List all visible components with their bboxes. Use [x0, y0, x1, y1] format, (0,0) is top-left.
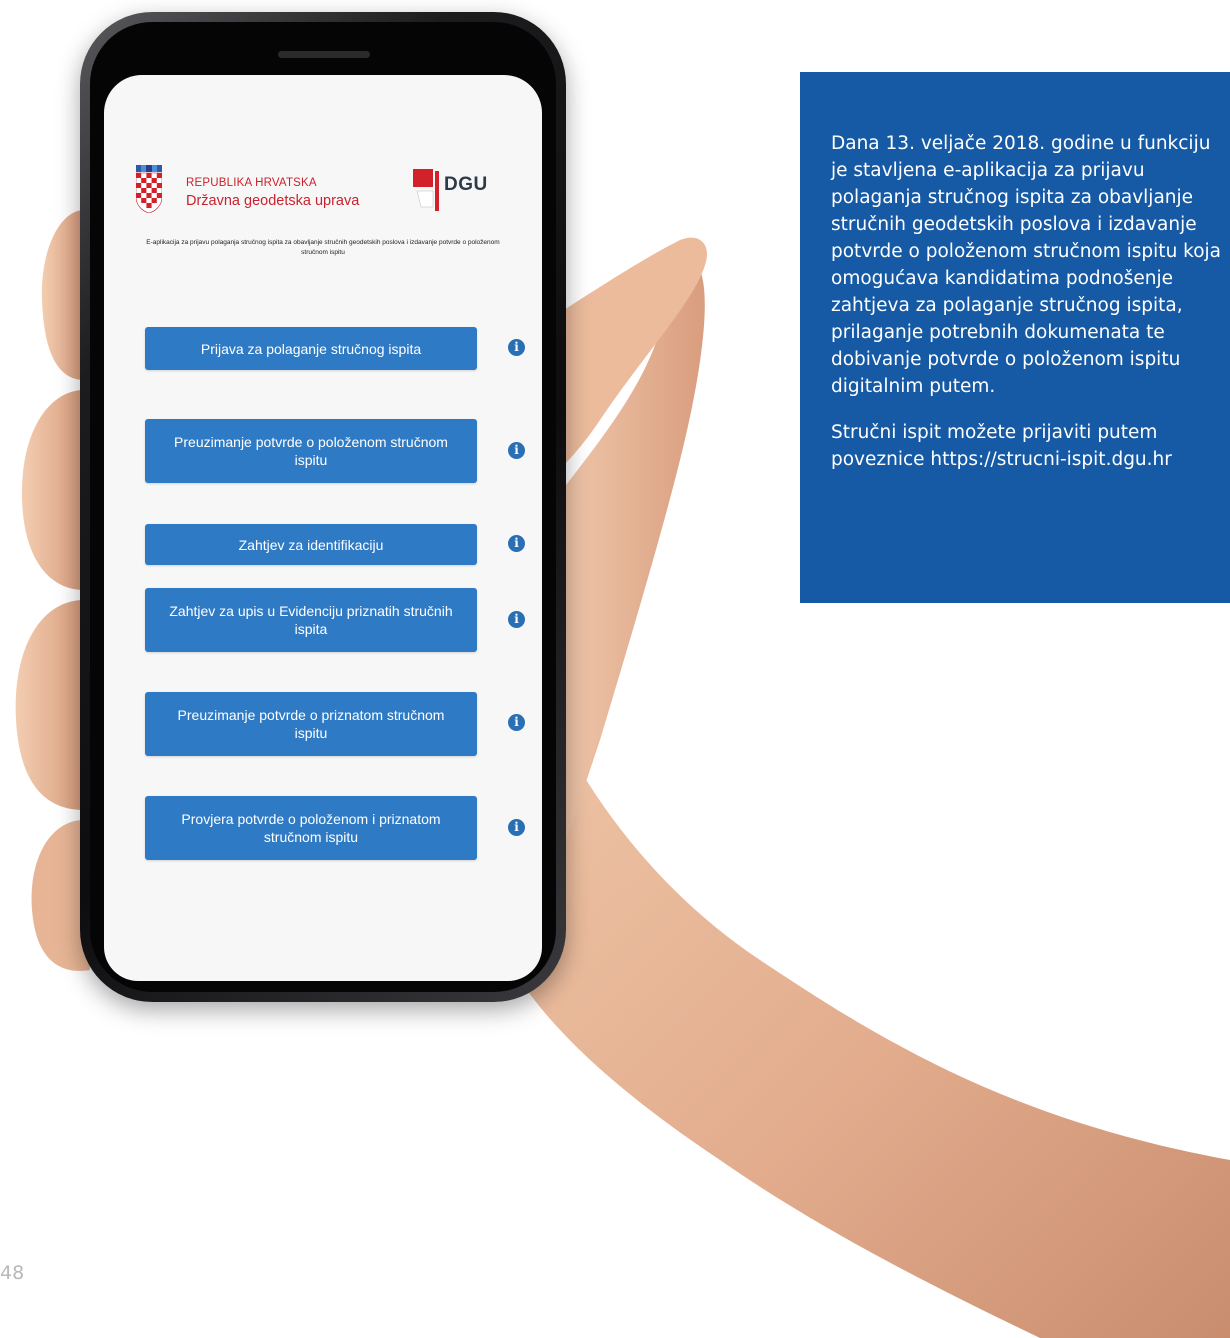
apply-exam-button[interactable]: Prijava za polaganje stručnog ispita [145, 327, 477, 370]
info-panel: Dana 13. veljače 2018. godine u funkciju… [800, 72, 1230, 603]
info-icon[interactable]: i [508, 442, 525, 459]
download-passed-certificate-button[interactable]: Preuzimanje potvrde o položenom stručnom… [145, 419, 477, 483]
app-screen: REPUBLIKA HRVATSKA Državna geodetska upr… [104, 75, 542, 981]
org-name-line2: Državna geodetska uprava [186, 193, 360, 209]
info-icon[interactable]: i [508, 535, 525, 552]
info-icon[interactable]: i [508, 714, 525, 731]
phone-speaker [278, 51, 370, 58]
app-subtitle: E-aplikacija za prijavu polaganja stručn… [146, 239, 500, 256]
info-paragraph-2: Stručni ispit možete prijaviti putem pov… [831, 422, 1172, 470]
register-recognized-exams-button[interactable]: Zahtjev za upis u Evidenciju priznatih s… [145, 588, 477, 652]
dgu-logo-text: DGU [444, 174, 488, 195]
page-number: 48 [0, 1262, 25, 1284]
org-name-line1: REPUBLIKA HRVATSKA [186, 177, 317, 189]
croatian-coat-of-arms-icon [136, 165, 162, 213]
info-icon[interactable]: i [508, 339, 525, 356]
dgu-logo-icon [413, 169, 439, 211]
info-icon[interactable]: i [508, 611, 525, 628]
identification-request-button[interactable]: Zahtjev za identifikaciju [145, 524, 477, 565]
verify-certificate-button[interactable]: Provjera potvrde o položenom i priznatom… [145, 796, 477, 860]
info-icon[interactable]: i [508, 819, 525, 836]
info-paragraph-1: Dana 13. veljače 2018. godine u funkciju… [831, 133, 1222, 397]
download-recognized-certificate-button[interactable]: Preuzimanje potvrde o priznatom stručnom… [145, 692, 477, 756]
